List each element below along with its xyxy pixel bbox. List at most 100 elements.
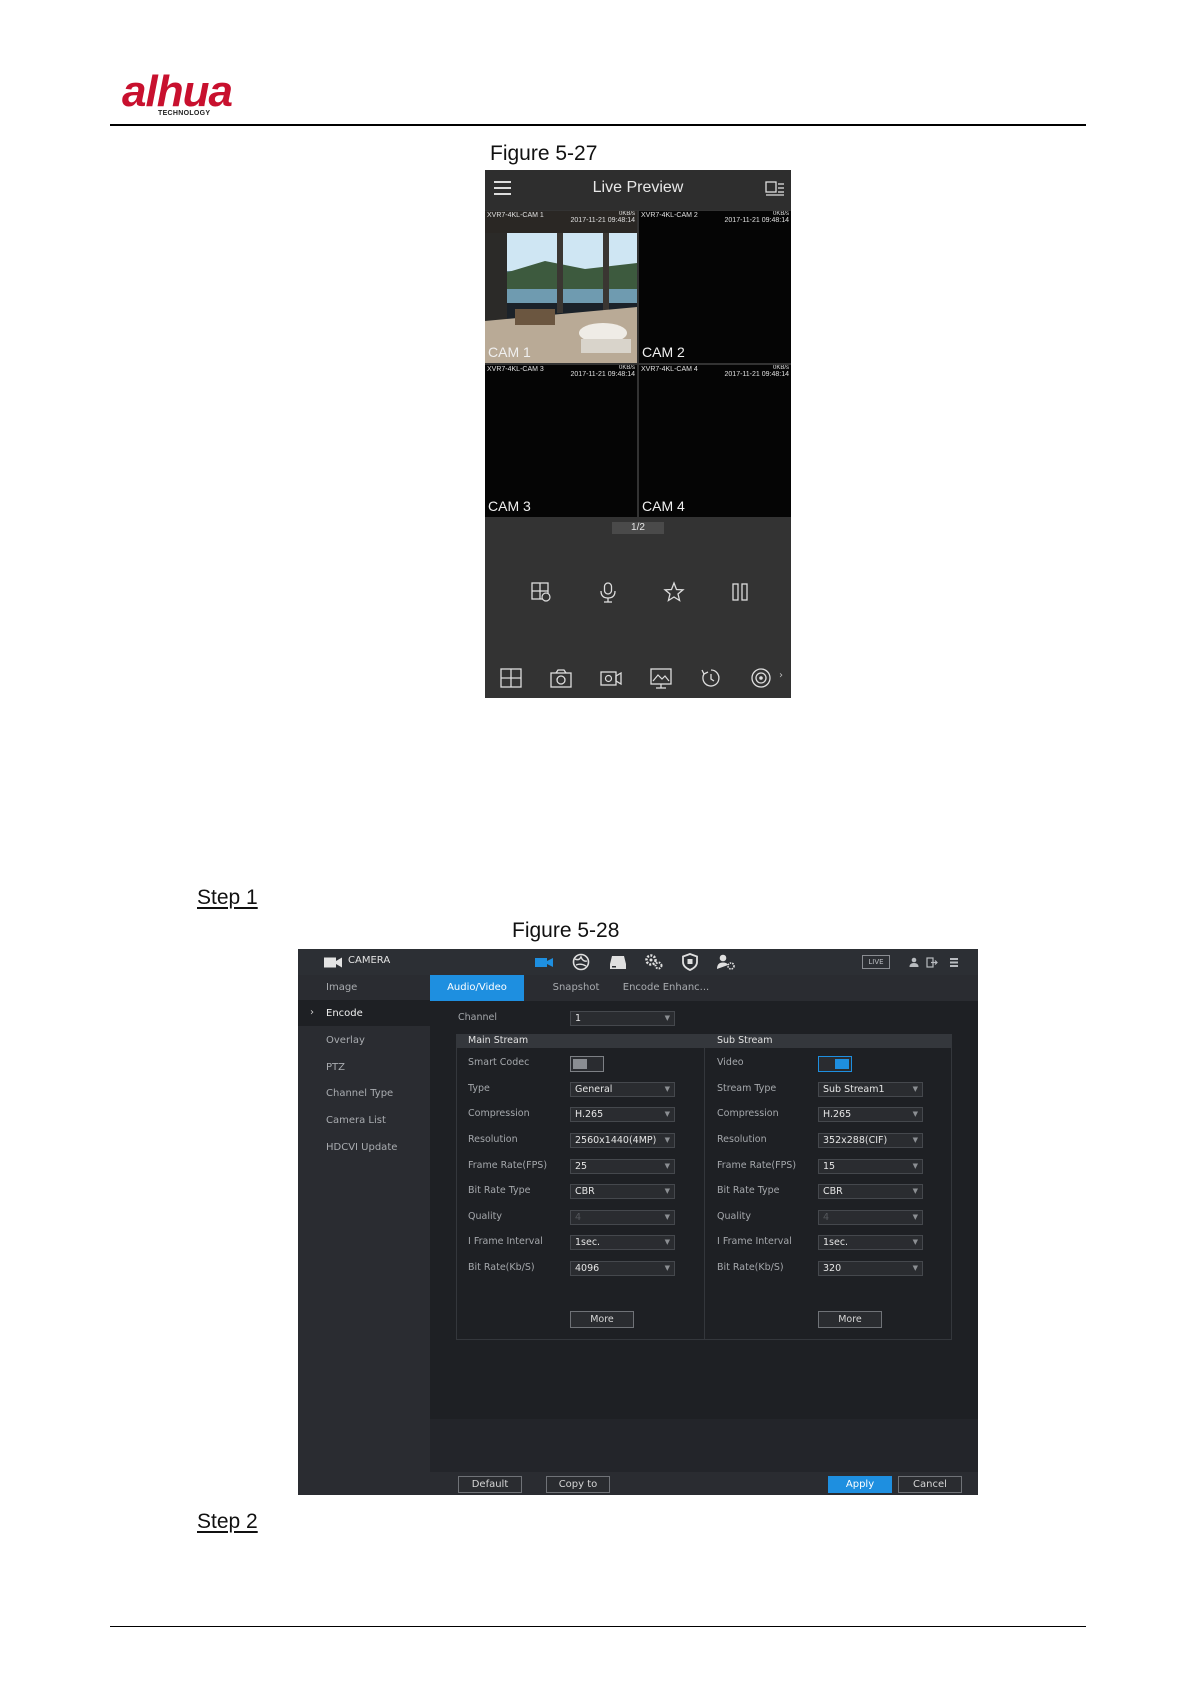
main-stream-more-button[interactable]: More <box>570 1311 634 1328</box>
sub-quality-select: 4 ▼ <box>818 1210 923 1225</box>
logout-icon[interactable] <box>926 957 938 968</box>
chevron-down-icon: ▼ <box>664 1213 670 1221</box>
smart-codec-label: Smart Codec <box>468 1057 530 1068</box>
system-settings-icon[interactable] <box>644 953 664 971</box>
tab-encode-enhance[interactable]: Encode Enhanc... <box>618 975 714 1001</box>
sidebar-item-image[interactable]: Image <box>326 982 357 993</box>
chevron-down-icon: ▼ <box>912 1110 918 1118</box>
sub-quality-value: 4 <box>823 1212 830 1223</box>
sub-stream-type-value: Sub Stream1 <box>823 1084 885 1095</box>
pause-icon[interactable] <box>729 581 751 603</box>
sub-bit-rate-select[interactable]: 320 ▼ <box>818 1261 923 1276</box>
video-window-3[interactable]: XVR7-4KL-CAM 3 0KB/s 2017-11-21 09:48:14… <box>485 365 637 517</box>
sub-bit-rate-value: 320 <box>823 1263 842 1274</box>
live-button[interactable]: LIVE <box>862 955 890 969</box>
settings-sidebar: Image › Encode Overlay PTZ Channel Type … <box>298 975 430 1495</box>
grid-icon[interactable] <box>499 667 523 689</box>
sub-bit-rate-type-select[interactable]: CBR ▼ <box>818 1184 923 1199</box>
sub-iframe-interval-select[interactable]: 1sec. ▼ <box>818 1235 923 1250</box>
sub-compression-select[interactable]: H.265 ▼ <box>818 1107 923 1122</box>
camera-label: CAM 4 <box>642 498 685 514</box>
sub-quality-label: Quality <box>717 1211 751 1222</box>
cancel-button[interactable]: Cancel <box>898 1476 962 1493</box>
sidebar-item-overlay[interactable]: Overlay <box>326 1035 365 1046</box>
sub-stream-type-select[interactable]: Sub Stream1 ▼ <box>818 1082 923 1097</box>
osd-timestamp: 2017-11-21 09:48:14 <box>724 217 789 224</box>
main-bit-rate-type-value: CBR <box>575 1186 595 1197</box>
network-icon[interactable] <box>571 953 591 971</box>
main-bit-rate-select[interactable]: 4096 ▼ <box>570 1261 675 1276</box>
sidebar-item-channel-type[interactable]: Channel Type <box>326 1088 393 1099</box>
header-rule <box>110 124 1086 126</box>
footer-rule <box>110 1626 1086 1627</box>
add-window-icon[interactable] <box>530 581 552 603</box>
main-frame-rate-select[interactable]: 25 ▼ <box>570 1159 675 1174</box>
storage-icon[interactable] <box>608 953 628 971</box>
account-settings-icon[interactable] <box>716 953 736 971</box>
sub-bit-rate-type-value: CBR <box>823 1186 843 1197</box>
chevron-down-icon: ▼ <box>664 1110 670 1118</box>
record-icon[interactable] <box>599 667 623 689</box>
security-shield-icon[interactable] <box>680 953 700 971</box>
video-window-1[interactable]: XVR7-4KL-CAM 1 0KB/s 2017-11-21 09:48:14… <box>485 211 637 363</box>
chevron-down-icon: ▼ <box>912 1162 918 1170</box>
main-frame-rate-value: 25 <box>575 1161 588 1172</box>
sub-stream-more-button[interactable]: More <box>818 1311 882 1328</box>
copy-to-button[interactable]: Copy to <box>546 1476 610 1493</box>
osd-timestamp: 2017-11-21 09:48:14 <box>570 371 635 378</box>
image-adjust-icon[interactable] <box>649 667 673 689</box>
chevron-right-icon[interactable]: › <box>779 670 783 681</box>
video-window-2[interactable]: XVR7-4KL-CAM 2 0KB/s 2017-11-21 09:48:14… <box>639 211 791 363</box>
figure-caption-5-28: Figure 5-28 <box>512 919 620 942</box>
main-compression-select[interactable]: H.265 ▼ <box>570 1107 675 1122</box>
smart-codec-toggle[interactable] <box>570 1056 604 1072</box>
main-type-value: General <box>575 1084 613 1095</box>
channel-value: 1 <box>575 1013 582 1024</box>
sidebar-item-camera-list[interactable]: Camera List <box>326 1115 386 1126</box>
snapshot-icon[interactable] <box>549 667 573 689</box>
tab-audio-video[interactable]: Audio/Video <box>430 975 524 1001</box>
figure-caption-5-27: Figure 5-27 <box>490 142 598 165</box>
osd-channel-name: XVR7-4KL-CAM 4 <box>641 366 698 373</box>
split-screen-icon[interactable] <box>765 181 785 196</box>
user-icon[interactable] <box>908 957 920 968</box>
star-icon[interactable] <box>663 581 685 603</box>
ptz-icon[interactable] <box>749 667 773 689</box>
main-type-select[interactable]: General ▼ <box>570 1082 675 1097</box>
sub-frame-rate-value: 15 <box>823 1161 836 1172</box>
main-resolution-value: 2560x1440(4MP) <box>575 1135 657 1146</box>
chevron-down-icon: ▼ <box>664 1136 670 1144</box>
sub-video-toggle[interactable] <box>818 1056 852 1072</box>
main-type-label: Type <box>468 1083 490 1094</box>
sidebar-item-ptz[interactable]: PTZ <box>326 1062 345 1073</box>
camera-menu-icon[interactable] <box>534 953 554 971</box>
menu-title: CAMERA <box>348 955 391 966</box>
sidebar-item-hdcvi-update[interactable]: HDCVI Update <box>326 1142 397 1153</box>
main-iframe-interval-select[interactable]: 1sec. ▼ <box>570 1235 675 1250</box>
sub-resolution-select[interactable]: 352x288(CIF) ▼ <box>818 1133 923 1148</box>
channel-select[interactable]: 1 ▼ <box>570 1011 675 1026</box>
dahua-logo: alhua TECHNOLOGY <box>122 70 262 120</box>
sub-resolution-value: 352x288(CIF) <box>823 1135 888 1146</box>
osd-channel-name: XVR7-4KL-CAM 3 <box>487 366 544 373</box>
chevron-down-icon: ▼ <box>912 1238 918 1246</box>
tab-snapshot[interactable]: Snapshot <box>536 975 616 1001</box>
sub-frame-rate-label: Frame Rate(FPS) <box>717 1160 797 1171</box>
sub-frame-rate-select[interactable]: 15 ▼ <box>818 1159 923 1174</box>
chevron-down-icon: ▼ <box>912 1136 918 1144</box>
menu-list-icon[interactable] <box>948 957 960 968</box>
main-iframe-interval-label: I Frame Interval <box>468 1236 543 1247</box>
video-window-4[interactable]: XVR7-4KL-CAM 4 0KB/s 2017-11-21 09:48:14… <box>639 365 791 517</box>
default-button[interactable]: Default <box>458 1476 522 1493</box>
main-resolution-select[interactable]: 2560x1440(4MP) ▼ <box>570 1133 675 1148</box>
playback-icon[interactable] <box>699 667 723 689</box>
microphone-icon[interactable] <box>597 581 619 603</box>
main-iframe-interval-value: 1sec. <box>575 1237 601 1248</box>
camera-label: CAM 1 <box>488 344 531 360</box>
chevron-down-icon: ▼ <box>664 1014 670 1022</box>
sidebar-item-encode[interactable]: Encode <box>326 1008 363 1019</box>
main-bit-rate-type-select[interactable]: CBR ▼ <box>570 1184 675 1199</box>
chevron-down-icon: ▼ <box>664 1238 670 1246</box>
apply-button[interactable]: Apply <box>828 1476 892 1493</box>
encode-panel: Channel 1 ▼ Main Stream Sub Stream Smart… <box>430 1001 978 1419</box>
